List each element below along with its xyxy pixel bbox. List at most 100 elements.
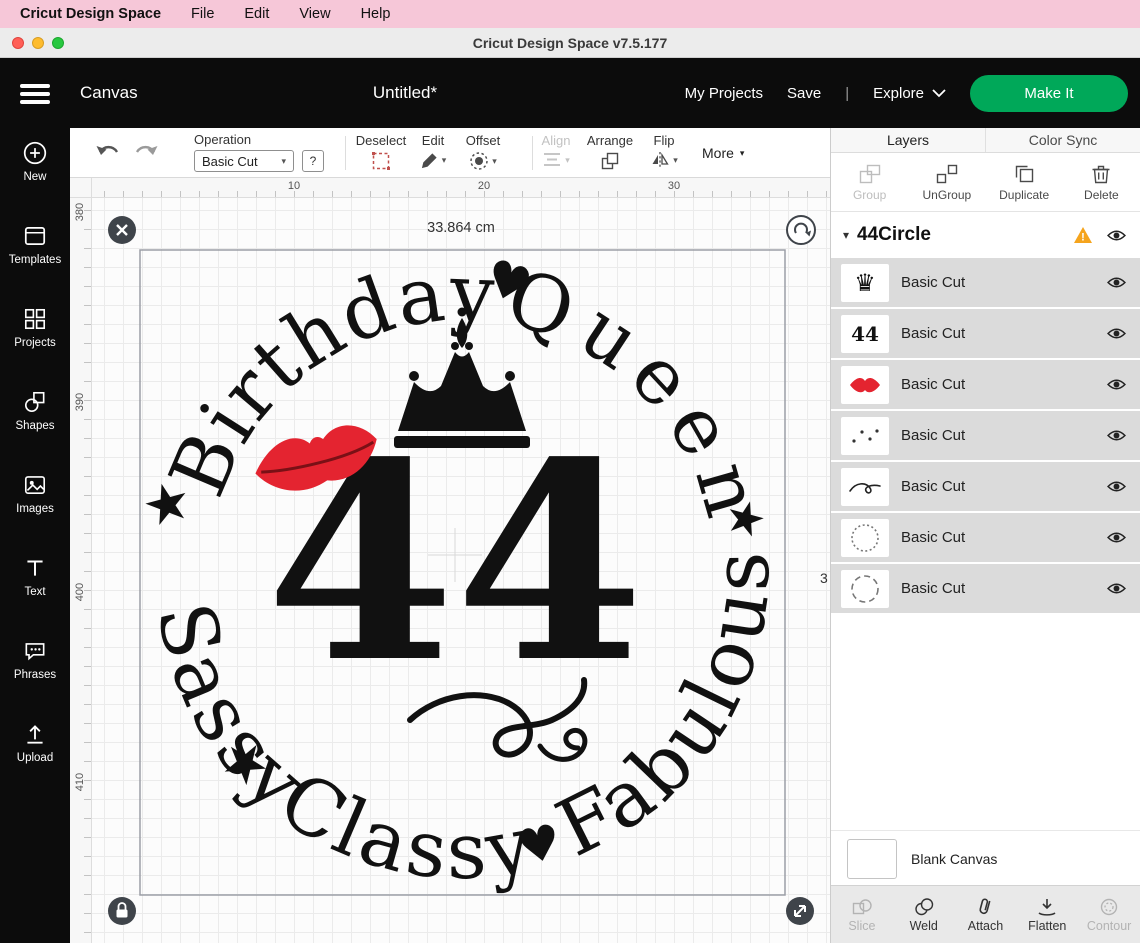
sidebar-item-new[interactable]: New [0, 140, 70, 183]
menu-edit[interactable]: Edit [244, 6, 269, 22]
layer-row[interactable]: Basic Cut [831, 360, 1140, 411]
caret-down-icon: ▾ [740, 148, 745, 159]
svg-text:!: ! [1081, 232, 1085, 244]
layer-actions: Group UnGroup Duplicate Delete [831, 153, 1140, 212]
layer-row[interactable]: ♛ Basic Cut [831, 258, 1140, 309]
contour-label: Contour [1078, 919, 1140, 933]
undo-button[interactable] [94, 142, 122, 162]
number-thumb: 44 [851, 322, 879, 346]
sidebar-item-images[interactable]: Images [0, 472, 70, 515]
sidebar-label: Projects [0, 337, 70, 349]
crown-thumb-glyph: ♛ [854, 271, 876, 295]
layer-thumbnail-crown: ♛ [841, 264, 889, 302]
my-projects-link[interactable]: My Projects [685, 85, 763, 102]
sidebar-label: Text [0, 586, 70, 598]
menu-file[interactable]: File [191, 6, 214, 22]
flatten-button[interactable]: Flatten [1016, 897, 1078, 933]
operation-value: Basic Cut [202, 154, 258, 169]
sidebar-item-phrases[interactable]: Phrases [0, 638, 70, 681]
operation-help-button[interactable]: ? [302, 150, 324, 172]
layer-row[interactable]: Basic Cut [831, 462, 1140, 513]
layer-visibility-toggle[interactable] [1107, 480, 1126, 493]
upload-icon [22, 721, 48, 747]
undo-icon [94, 142, 122, 162]
layer-thumbnail-dots [841, 417, 889, 455]
tab-color-sync[interactable]: Color Sync [985, 128, 1140, 152]
circle-text-thumb-icon [848, 521, 882, 555]
layer-visibility-toggle[interactable] [1107, 327, 1126, 340]
delete-button[interactable]: Delete [1063, 163, 1140, 202]
layer-operation-label: Basic Cut [901, 376, 1107, 393]
delete-selection-handle[interactable] [108, 216, 136, 244]
weld-button[interactable]: Weld [893, 897, 955, 933]
save-link[interactable]: Save [787, 85, 821, 102]
attach-button[interactable]: Attach [955, 897, 1017, 933]
close-window-button[interactable] [12, 37, 24, 49]
align-icon [542, 151, 562, 169]
rotate-selection-handle[interactable] [787, 216, 815, 244]
offset-menu-button[interactable]: Offset ▾ [451, 133, 515, 171]
layer-thumbnail-lips [841, 366, 889, 404]
menu-view[interactable]: View [299, 6, 330, 22]
tab-layers[interactable]: Layers [831, 128, 985, 152]
hamburger-menu-icon[interactable] [20, 84, 50, 108]
fullscreen-window-button[interactable] [52, 37, 64, 49]
svg-text:Classy: Classy [264, 755, 543, 898]
layer-visibility-toggle[interactable] [1107, 378, 1126, 391]
group-button[interactable]: Group [831, 163, 908, 202]
sidebar-label: Images [0, 503, 70, 515]
group-label: Group [831, 188, 908, 202]
menu-help[interactable]: Help [361, 6, 391, 22]
disclosure-triangle-icon[interactable]: ▾ [843, 228, 849, 242]
group-visibility-toggle[interactable] [1107, 229, 1126, 242]
attach-label: Attach [955, 919, 1017, 933]
resize-selection-handle[interactable] [786, 897, 814, 925]
canvas-color-swatch[interactable] [847, 839, 897, 879]
eye-icon [1107, 327, 1126, 340]
layer-row[interactable]: Basic Cut [831, 513, 1140, 564]
flip-menu-button[interactable]: Flip ▾ [632, 133, 696, 169]
ruler-corner [70, 178, 92, 198]
design-word-classy[interactable]: Classy [264, 755, 543, 898]
offset-label: Offset [451, 133, 515, 148]
menubar-app-name[interactable]: Cricut Design Space [20, 6, 161, 22]
slice-label: Slice [831, 919, 893, 933]
sidebar-item-shapes[interactable]: Shapes [0, 389, 70, 432]
circle-text-thumb-icon [848, 572, 882, 606]
layer-visibility-toggle[interactable] [1107, 276, 1126, 289]
eye-icon [1107, 582, 1126, 595]
lock-aspect-handle[interactable] [108, 897, 136, 925]
layer-row[interactable]: 44 Basic Cut [831, 309, 1140, 360]
minimize-window-button[interactable] [32, 37, 44, 49]
sidebar-item-projects[interactable]: Projects [0, 306, 70, 349]
operation-dropdown[interactable]: Basic Cut ▾ [194, 150, 294, 172]
sidebar-item-templates[interactable]: Templates [0, 223, 70, 266]
panel-tabs: Layers Color Sync [831, 128, 1140, 153]
chevron-down-icon [932, 89, 946, 98]
layer-visibility-toggle[interactable] [1107, 531, 1126, 544]
sidebar-label: Templates [0, 254, 70, 266]
eye-icon [1107, 276, 1126, 289]
layer-row[interactable]: Basic Cut [831, 411, 1140, 462]
explore-menu[interactable]: Explore [873, 85, 946, 102]
warning-icon[interactable]: ! [1073, 226, 1093, 244]
canvas-grid[interactable]: 44 Birthday Queen Sassy Classy Fabulous [92, 198, 830, 943]
arrange-layers-icon [600, 151, 620, 171]
flip-label: Flip [632, 133, 696, 148]
layer-visibility-toggle[interactable] [1107, 429, 1126, 442]
sidebar-item-upload[interactable]: Upload [0, 721, 70, 764]
slice-button[interactable]: Slice [831, 897, 893, 933]
trash-icon [1089, 163, 1113, 185]
more-menu-button[interactable]: More ▾ [702, 145, 744, 161]
sidebar-item-text[interactable]: Text [0, 555, 70, 598]
ruler-mark: 410 [73, 767, 87, 797]
ungroup-button[interactable]: UnGroup [908, 163, 985, 202]
layer-visibility-toggle[interactable] [1107, 582, 1126, 595]
contour-button[interactable]: Contour [1078, 897, 1140, 933]
canvas-nav-label[interactable]: Canvas [80, 58, 138, 128]
duplicate-button[interactable]: Duplicate [986, 163, 1063, 202]
layer-group-header[interactable]: ▾ 44Circle ! [831, 212, 1140, 258]
layer-row[interactable]: Basic Cut [831, 564, 1140, 615]
make-it-button[interactable]: Make It [970, 75, 1128, 112]
redo-button[interactable] [132, 142, 160, 162]
